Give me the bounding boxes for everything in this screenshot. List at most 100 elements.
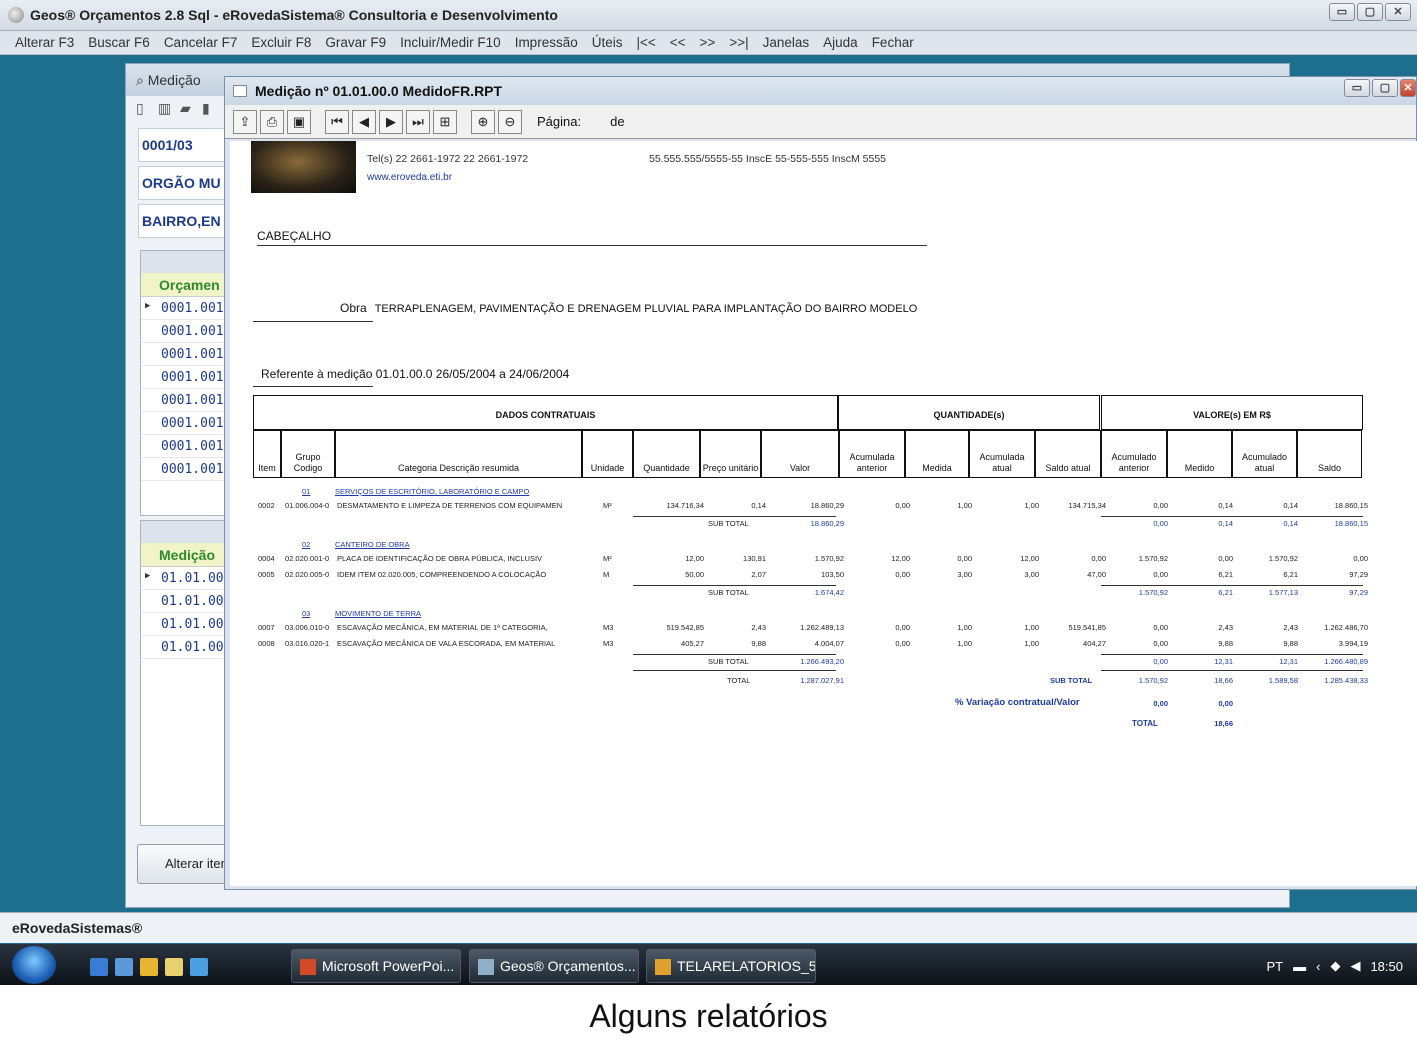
task-powerpoint-label: Microsoft PowerPoi... (322, 958, 455, 974)
menu-first[interactable]: |<< (629, 35, 662, 50)
task-telarelatorios[interactable]: TELARELATORIOS_5... (646, 949, 816, 983)
zoom-out-icon[interactable]: ⊖ (498, 109, 522, 134)
table-cell: 9,88 (1283, 639, 1298, 648)
minimize-button[interactable]: ▭ (1329, 3, 1355, 21)
menu-buscar[interactable]: Buscar F6 (81, 35, 157, 50)
table-cell: 3,00 (1024, 570, 1039, 579)
table-column-header: Acumulado atual (1232, 430, 1297, 478)
task-geos[interactable]: Geos® Orçamentos... (469, 949, 639, 983)
app-window-controls: ▭ ▢ ✕ (1329, 3, 1411, 21)
media-player-icon[interactable] (140, 958, 158, 976)
menu-ajuda[interactable]: Ajuda (816, 35, 865, 50)
table-column-header: Preço unitário (700, 430, 761, 478)
export-icon[interactable]: ⇪ (233, 109, 257, 134)
open-icon[interactable]: ▰ (180, 100, 198, 118)
table-row[interactable]: 0001.001/ (141, 389, 227, 412)
subtotal-value: 0,14 (1218, 519, 1233, 528)
company-registration: 55.555.555/5555-55 InscE 55-555-555 Insc… (649, 153, 887, 165)
zoom-in-icon[interactable]: ⊕ (471, 109, 495, 134)
orgao-field[interactable]: ORGÃO MU (138, 166, 228, 200)
menu-prev[interactable]: << (663, 35, 693, 50)
volume-icon[interactable]: ◀ (1350, 958, 1360, 974)
switch-windows-icon[interactable] (115, 958, 133, 976)
trash-icon[interactable]: ▮ (202, 100, 220, 118)
table-row[interactable]: 0001.001/ (141, 435, 227, 458)
ie-icon[interactable] (190, 958, 208, 976)
close-button[interactable]: ✕ (1385, 3, 1411, 21)
network-icon[interactable]: ◆ (1330, 958, 1340, 974)
language-indicator[interactable]: PT (1266, 959, 1283, 974)
menu-excluir[interactable]: Excluir F8 (244, 35, 318, 50)
start-button[interactable] (12, 946, 56, 984)
clock[interactable]: 18:50 (1370, 959, 1403, 974)
referente-medicao: Referente à medição 01.01.00.0 26/05/200… (261, 367, 570, 381)
table-cell: 2,43 (1283, 623, 1298, 632)
table-row[interactable]: 0001.001/ (141, 366, 227, 389)
explorer-icon[interactable] (165, 958, 183, 976)
page-setup-icon[interactable]: ⊞ (433, 109, 457, 134)
subtotal-value: 12,31 (1214, 657, 1233, 666)
obra-label: Obra (340, 301, 367, 315)
menu-incluir-medir[interactable]: Incluir/Medir F10 (393, 35, 508, 50)
report-minimize-button[interactable]: ▭ (1344, 79, 1370, 97)
table-row[interactable]: 01.01.00.0 (141, 567, 227, 590)
section-number: 01 (302, 487, 311, 496)
table-cell: 519.541,85 (1068, 623, 1106, 632)
table-cell: 1,00 (957, 501, 972, 510)
menu-alterar[interactable]: Alterar F3 (8, 35, 81, 50)
prev-page-icon[interactable]: ◀ (352, 109, 376, 134)
keyboard-icon[interactable]: ▬ (1293, 959, 1306, 974)
table-row[interactable]: 0001.001/ (141, 320, 227, 343)
table-cell: 0,00 (1091, 554, 1106, 563)
tray-chevron-icon[interactable]: ‹ (1316, 959, 1320, 974)
code-field[interactable]: 0001/03 (138, 128, 228, 162)
show-desktop-icon[interactable] (90, 958, 108, 976)
table-cell: 2,07 (751, 570, 766, 579)
table-row[interactable]: 01.01.00.0 (141, 590, 227, 613)
table-cell: 1,00 (1024, 623, 1039, 632)
table-row[interactable]: 0001.001/ (141, 343, 227, 366)
table-cell: 405,27 (681, 639, 704, 648)
menu-cancelar[interactable]: Cancelar F7 (157, 35, 245, 50)
table-row[interactable]: 0001.001/ (141, 458, 227, 481)
grand-subtotal-value: 18,66 (1214, 676, 1233, 685)
table-cell: 0,00 (1153, 639, 1168, 648)
medicao-title-text: Medição (147, 72, 201, 88)
print-icon[interactable]: ⎙ (260, 109, 284, 134)
table-column-header: Categoria Descrição resumida (335, 430, 582, 478)
report-maximize-button[interactable]: ▢ (1372, 79, 1398, 97)
table-cell: 0008 (258, 639, 275, 648)
final-total-value: 18,66 (1214, 719, 1233, 728)
next-page-icon[interactable]: ▶ (379, 109, 403, 134)
menu-last[interactable]: >>| (722, 35, 755, 50)
grand-subtotal-label: SUB TOTAL (1050, 676, 1093, 685)
bairro-field[interactable]: BAIRRO,EN (138, 204, 228, 238)
menu-impressao[interactable]: Impressão (508, 35, 585, 50)
table-cell: ESCAVAÇÃO MECÂNICA, EM MATERIAL DE 1ª CA… (337, 623, 548, 632)
last-page-icon[interactable]: ⏭ (406, 109, 430, 134)
new-icon[interactable]: ▯ (136, 100, 154, 118)
table-cell: 0,14 (1283, 501, 1298, 510)
maximize-button[interactable]: ▢ (1357, 3, 1383, 21)
task-powerpoint[interactable]: Microsoft PowerPoi... (291, 949, 461, 983)
menu-fechar[interactable]: Fechar (865, 35, 921, 50)
menu-janelas[interactable]: Janelas (756, 35, 817, 50)
company-logo-photo (251, 141, 356, 193)
menu-gravar[interactable]: Gravar F9 (318, 35, 393, 50)
table-cell: 18.860,15 (1334, 501, 1368, 510)
variacao-label: % Variação contratual/Valor (955, 697, 1080, 708)
report-toolbar: ⇪ ⎙ ▣ ⏮ ◀ ▶ ⏭ ⊞ ⊕ ⊖ Página: de (225, 105, 1416, 139)
delete-icon[interactable]: ▥ (158, 100, 176, 118)
first-page-icon[interactable]: ⏮ (325, 109, 349, 134)
table-row[interactable]: 0001.001/ (141, 297, 227, 320)
alterar-item-button[interactable]: Alterar item (137, 844, 227, 884)
menu-uteis[interactable]: Úteis (585, 35, 630, 50)
table-cell: 6,21 (1283, 570, 1298, 579)
report-close-button[interactable]: ✕ (1400, 79, 1416, 97)
menu-next[interactable]: >> (693, 35, 723, 50)
table-row[interactable]: 01.01.00.0 (141, 613, 227, 636)
save-icon[interactable]: ▣ (287, 109, 311, 134)
table-row[interactable]: 0001.001/ (141, 412, 227, 435)
table-row[interactable]: 01.01.00.0 (141, 636, 227, 659)
table-cell: 0,00 (895, 639, 910, 648)
